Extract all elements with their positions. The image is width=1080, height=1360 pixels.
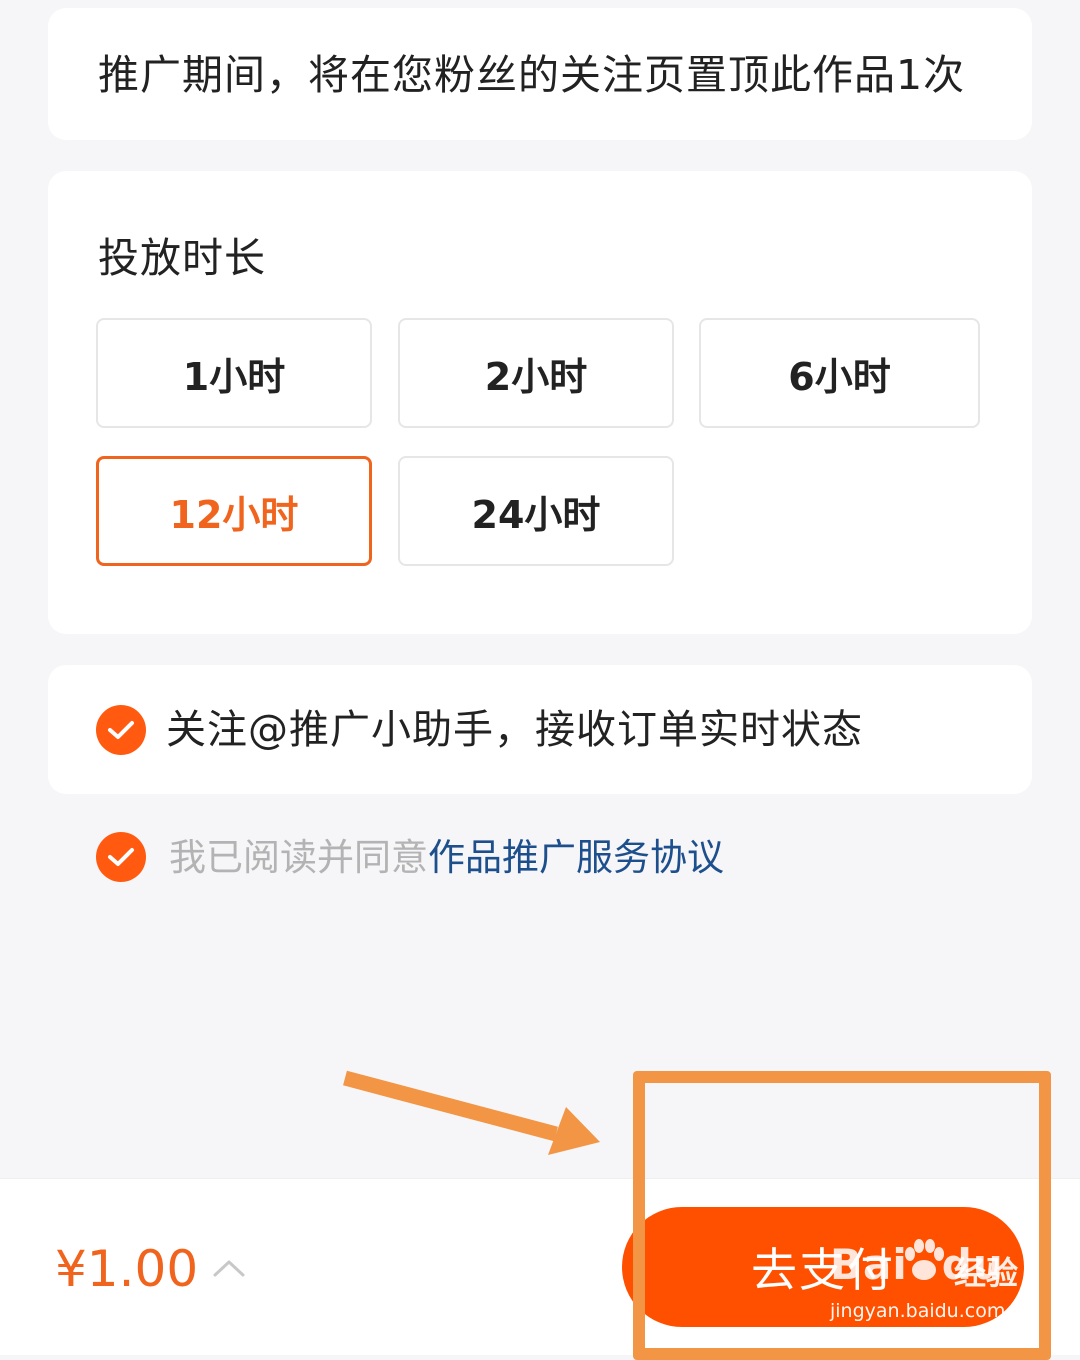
duration-option-label: 2小时 xyxy=(484,354,588,399)
promotion-notice-card: 推广期间，将在您粉丝的关注页置顶此作品1次 xyxy=(48,8,1032,140)
agreement-prefix: 我已阅读并同意 xyxy=(169,836,428,879)
follow-assistant-label: 关注@推广小助手，接收订单实时状态 xyxy=(166,707,863,753)
agreement-row: 我已阅读并同意作品推广服务协议 xyxy=(96,832,896,882)
checkmark-icon xyxy=(108,848,134,866)
duration-option-12h[interactable]: 12小时 xyxy=(96,456,372,566)
duration-option-label: 6小时 xyxy=(788,354,891,399)
service-agreement-link[interactable]: 作品推广服务协议 xyxy=(428,836,724,879)
duration-option-label: 1小时 xyxy=(182,354,286,399)
agreement-text: 我已阅读并同意作品推广服务协议 xyxy=(169,836,724,880)
chevron-up-icon[interactable] xyxy=(212,1257,246,1279)
agreement-checkbox[interactable] xyxy=(96,832,146,882)
duration-option-24h[interactable]: 24小时 xyxy=(398,456,674,566)
duration-option-label: 24小时 xyxy=(471,492,601,537)
duration-option-label: 12小时 xyxy=(169,492,299,537)
duration-title: 投放时长 xyxy=(98,234,266,282)
duration-option-6h[interactable]: 6小时 xyxy=(699,318,980,428)
duration-option-2h[interactable]: 2小时 xyxy=(398,318,674,428)
bottom-pay-bar: ¥1.00 去支付 xyxy=(0,1178,1080,1355)
checkmark-icon xyxy=(108,721,134,739)
total-price: ¥1.00 xyxy=(55,1240,199,1298)
follow-checkbox[interactable] xyxy=(96,705,146,755)
pay-button[interactable]: 去支付 xyxy=(622,1207,1024,1327)
duration-card: 投放时长 1小时 2小时 6小时 12小时 24小时 xyxy=(48,171,1032,634)
duration-option-1h[interactable]: 1小时 xyxy=(96,318,372,428)
follow-assistant-card: 关注@推广小助手，接收订单实时状态 xyxy=(48,665,1032,794)
promotion-notice-text: 推广期间，将在您粉丝的关注页置顶此作品1次 xyxy=(98,51,966,99)
